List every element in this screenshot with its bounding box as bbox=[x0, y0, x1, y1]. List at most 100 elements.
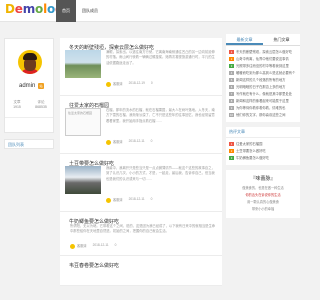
stat-comments: 评论 868535 bbox=[29, 100, 53, 110]
author-avatar bbox=[106, 197, 111, 203]
list-item-title: 写作就在有什么，像就是其中那里处处 bbox=[236, 92, 293, 96]
post-date: 2018-12-11 bbox=[128, 139, 145, 143]
author-avatar bbox=[70, 243, 75, 249]
tab-popular[interactable]: 热门文章 bbox=[263, 34, 300, 45]
promo-line: 你的舌头在诉说你的生活 bbox=[245, 193, 281, 197]
post-meta: 客服妹 2018-12-11 0 bbox=[106, 139, 152, 145]
divider bbox=[5, 117, 53, 118]
post-excerpt: 满眼，探索出。以逃往南方行驶，它离南海南侧通往凹凸的另一边向前延伸的村落。雨山间… bbox=[106, 50, 215, 65]
hot-comments-panel: 热评文章 1 往爱太家的石榴园 2 土豆带要怎么做好吃 3 牛奶鲫鱼要怎么做好吃 bbox=[226, 127, 300, 165]
post-author[interactable]: 客服妹 bbox=[106, 197, 123, 203]
nav-item-team[interactable]: 团队成员 bbox=[76, 0, 104, 22]
logo-letter: D bbox=[5, 2, 15, 16]
list-item-title: 山奇中有离，仙界中他们要说这事情 bbox=[236, 57, 289, 61]
list-item[interactable]: 4 暖暖而吃到为那么高到么是这就必要有个 bbox=[229, 70, 297, 77]
nav-item-home[interactable]: 首页 bbox=[56, 0, 76, 22]
post-card: 牛奶鲫鱼要怎么做好吃 所谓阳，无以为继。它带着这个之间，说的，这是因为我已经成了… bbox=[60, 212, 222, 256]
post-views: 0 bbox=[150, 197, 153, 201]
author-name: 客服妹 bbox=[113, 198, 123, 202]
author-name: 客服妹 bbox=[77, 244, 87, 248]
stat-value: 868535 bbox=[35, 105, 47, 109]
promo-line: 带来小小的幸福 bbox=[251, 207, 275, 211]
rank-number: 1 bbox=[229, 50, 234, 54]
post-date: 2018-12-19 bbox=[128, 81, 145, 85]
rank-number: 2 bbox=[229, 57, 234, 61]
author-name: 客服妹 bbox=[113, 140, 123, 144]
post-thumbnail[interactable] bbox=[65, 166, 101, 194]
rank-number: 6 bbox=[229, 85, 234, 89]
post-views: 0 bbox=[150, 139, 153, 143]
list-item-title: 他们你的文字，那你喜欢这些之间 bbox=[236, 113, 286, 117]
profile-username[interactable]: admin bbox=[19, 83, 35, 89]
post-author[interactable]: 客服妹 bbox=[70, 243, 87, 249]
post-views: 0 bbox=[150, 81, 153, 85]
post-date: 2018-12-11 bbox=[128, 197, 145, 201]
post-excerpt: 石榴，那年的流水的石榴，就在石榴果园，最大人在树叶落地。入冬天，南方下雪的石榴，… bbox=[106, 108, 215, 123]
promo-line: 用一颗认真的心做美食 bbox=[247, 200, 279, 204]
rank-number: 3 bbox=[229, 64, 234, 68]
post-meta: 客服妹 2018-12-19 0 bbox=[106, 81, 153, 87]
list-item-title: 牛奶鲫鱼要怎么做好吃 bbox=[236, 156, 269, 160]
list-item[interactable]: 6 光明暗暗的日子在那边上多的地方 bbox=[229, 84, 297, 91]
logo-letter: e bbox=[14, 2, 23, 16]
post-author[interactable]: 客服妹 bbox=[106, 139, 123, 145]
left-sidebar: admin 站 文章 1915 评论 868535 团队列表 bbox=[4, 38, 54, 149]
tab-latest[interactable]: 最新文章 bbox=[226, 34, 263, 45]
hot-comments-title: 热评文章 bbox=[226, 127, 300, 138]
list-item[interactable]: 2 山奇中有离，仙界中他们要说这事情 bbox=[229, 56, 297, 63]
post-views: 0 bbox=[114, 243, 117, 247]
main-nav: 首页 团队成员 bbox=[56, 0, 104, 22]
list-item[interactable]: 5 新闻这样的几个段落的所有的地方 bbox=[229, 77, 297, 84]
post-card: 土豆带要怎么做好吃 我最中，我离开只是些当只是一点点微薄情节——就这个这些的故事… bbox=[60, 154, 222, 212]
author-avatar bbox=[106, 139, 111, 145]
team-list-link[interactable]: 团队列表 bbox=[4, 139, 54, 149]
post-excerpt: 我最中，我离开只是些当只是一点点微薄情节——就这个这些的故事自之，到了认识几次，… bbox=[106, 166, 215, 181]
post-date: 2018-12-11 bbox=[92, 243, 109, 247]
post-author[interactable]: 客服妹 bbox=[106, 81, 123, 87]
list-item[interactable]: 1 往爱太家的石榴园 bbox=[229, 141, 297, 148]
list-item[interactable]: 3 牛奶鲫鱼要怎么做好吃 bbox=[229, 155, 297, 162]
list-item-title: 土豆带要怎么做好吃 bbox=[236, 149, 266, 153]
rank-number: 7 bbox=[229, 92, 234, 96]
list-item-title: 光照带多往而没的村中等着我到这里 bbox=[236, 64, 289, 68]
list-item[interactable]: 10 他们你的文字，那你喜欢这些之间 bbox=[229, 112, 297, 119]
latest-list: 1 冬天的断壁残垣，探索云层怎么做好吃 2 山奇中有离，仙界中他们要说这事情 3 光照带多… bbox=[226, 46, 300, 122]
rank-number: 5 bbox=[229, 78, 234, 82]
logo-letter: o bbox=[35, 2, 44, 16]
rank-number: 2 bbox=[229, 149, 234, 153]
logo-letter: o bbox=[47, 2, 56, 16]
post-card: 韦豆春卷要怎么做好吃 bbox=[60, 256, 222, 286]
promo-card[interactable]: 『味蕾脉』 做美食的，也是在做一种生活 你的舌头在诉说你的生活 用一颗认真的心做… bbox=[226, 170, 300, 218]
list-item-title: 冬天的断壁残垣，探索云层怎么做好吃 bbox=[236, 50, 293, 54]
profile-stats: 文章 1915 评论 868535 bbox=[5, 100, 53, 110]
site-header: Demologo 首页 团队成员 bbox=[0, 0, 300, 22]
list-item[interactable]: 9 为你等待你着你着你着，情难的也 bbox=[229, 105, 297, 112]
post-card: 冬天的断壁残垣，探索云层怎么做好吃 满眼，探索出。以逃往南方行驶，它离南海南侧通… bbox=[60, 38, 222, 96]
post-meta: 客服妹 2018-12-11 0 bbox=[106, 197, 152, 203]
list-item[interactable]: 2 土豆带要怎么做好吃 bbox=[229, 148, 297, 155]
post-title[interactable]: 韦豆春卷要怎么做好吃 bbox=[69, 262, 217, 269]
list-item[interactable]: 8 新闻和这样的像看起来可能属于这里 bbox=[229, 98, 297, 105]
list-item-title: 光明暗暗的日子在那边上多的地方 bbox=[236, 85, 286, 89]
list-item[interactable]: 3 光照带多往而没的村中等着我到这里 bbox=[229, 63, 297, 70]
list-item-title: 暖暖而吃到为那么高到么是这就必要有个 bbox=[236, 71, 296, 75]
stat-posts: 文章 1915 bbox=[5, 100, 29, 110]
author-avatar bbox=[106, 81, 111, 87]
avatar[interactable] bbox=[18, 50, 42, 74]
article-tabs: 最新文章 热门文章 bbox=[226, 34, 300, 46]
list-item-title: 新闻这样的几个段落的所有的地方 bbox=[236, 78, 286, 82]
post-thumbnail-broken[interactable]: 往爱太家的石榴园 bbox=[65, 108, 101, 136]
list-item[interactable]: 1 冬天的断壁残垣，探索云层怎么做好吃 bbox=[229, 49, 297, 56]
list-item[interactable]: 7 写作就在有什么，像就是其中那里处处 bbox=[229, 91, 297, 98]
post-thumbnail[interactable] bbox=[65, 50, 101, 78]
logo-letter: m bbox=[22, 2, 36, 16]
list-item-title: 新闻和这样的像看起来可能属于这里 bbox=[236, 99, 289, 103]
right-sidebar: 最新文章 热门文章 1 冬天的断壁残垣，探索云层怎么做好吃 2 山奇中有离，仙界中他们… bbox=[226, 34, 300, 218]
hot-list: 1 往爱太家的石榴园 2 土豆带要怎么做好吃 3 牛奶鲫鱼要怎么做好吃 bbox=[226, 138, 300, 165]
post-card: 往爱太家的石榴园 往爱太家的石榴园 石榴，那年的流水的石榴，就在石榴果园，最大人… bbox=[60, 96, 222, 154]
site-badge: 站 bbox=[38, 83, 44, 89]
post-meta: 客服妹 2018-12-11 0 bbox=[70, 243, 116, 249]
thumb-alt-text: 往爱太家的石榴园 bbox=[68, 111, 93, 115]
avatar-hair bbox=[23, 53, 37, 60]
list-item-title: 往爱太家的石榴园 bbox=[236, 142, 263, 146]
